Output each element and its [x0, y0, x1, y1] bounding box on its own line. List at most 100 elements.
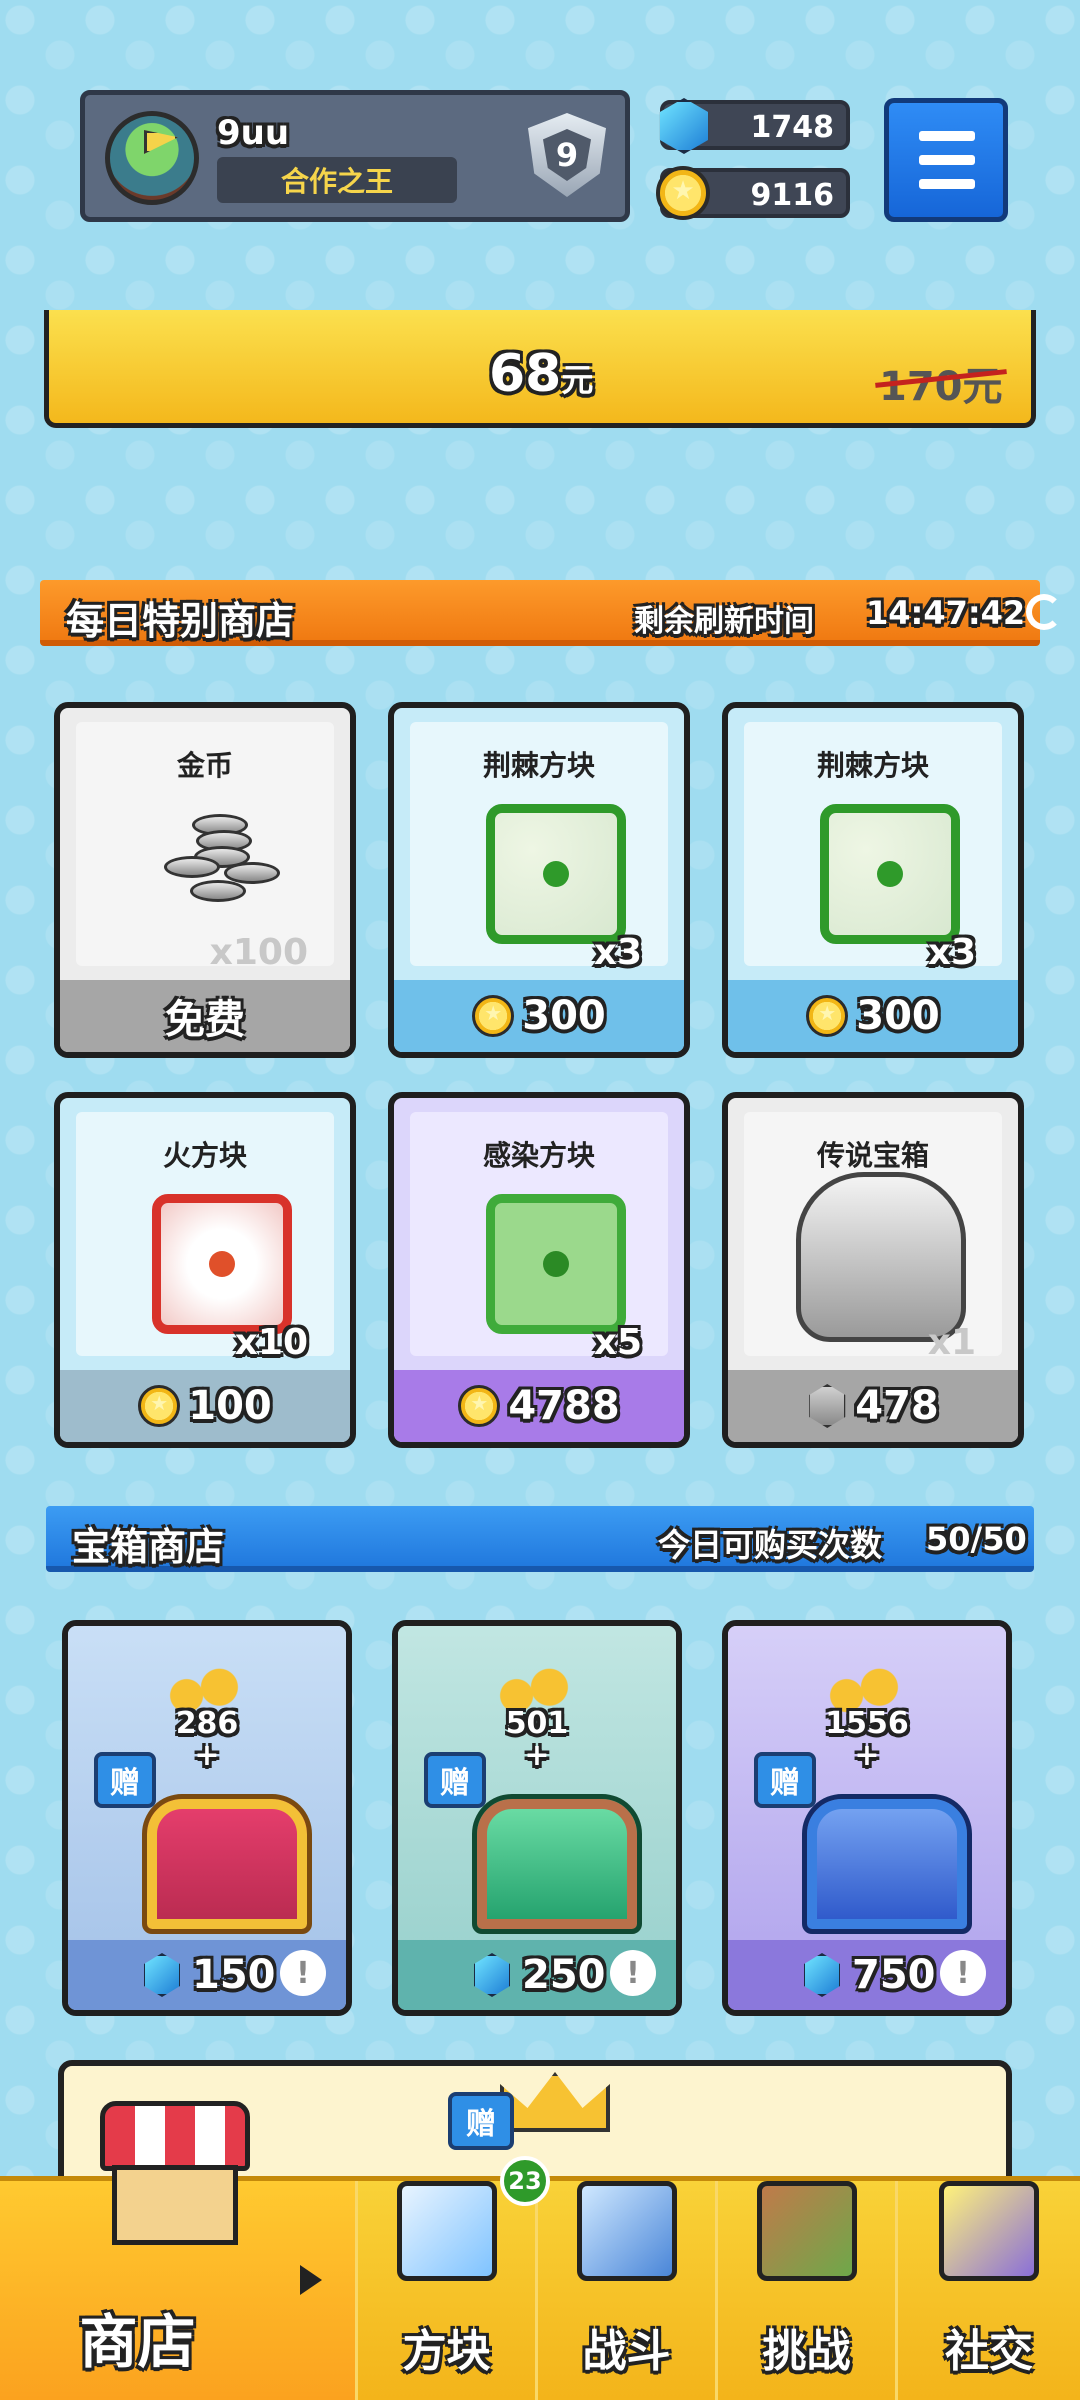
coin-icon — [472, 995, 515, 1037]
chest-shop-title: 宝箱商店 — [72, 1525, 225, 1569]
item-qty: x1 — [927, 1322, 976, 1363]
chest-offer-1[interactable]: 286 + 赠 150 ! — [62, 1620, 352, 2016]
item-qty: x3 — [593, 932, 642, 973]
item-name: 荆棘方块 — [816, 749, 929, 782]
item-name: 金币 — [176, 749, 233, 782]
notification-badge: 23 — [500, 2156, 550, 2206]
chest-icon — [142, 1794, 312, 1934]
player-panel[interactable]: 9uu 合作之王 9 — [80, 90, 630, 222]
item-price: 4788 — [508, 1383, 620, 1429]
signpost-icon — [747, 2171, 867, 2291]
sword-shield-icon — [567, 2171, 687, 2291]
coin-value: 9116 — [750, 178, 835, 213]
gift-badge: 赠 — [94, 1752, 156, 1808]
gift-badge: 赠 — [754, 1752, 816, 1808]
item-qty: x3 — [927, 932, 976, 973]
coin-icon — [138, 1385, 181, 1427]
info-button[interactable]: ! — [610, 1950, 656, 1996]
daily-item-thorn-1[interactable]: 荆棘方块 x3 300 — [388, 702, 690, 1058]
menu-icon — [919, 131, 975, 141]
avatar[interactable] — [105, 111, 199, 205]
refresh-icon[interactable] — [1026, 594, 1062, 630]
silver-coins-icon — [162, 804, 282, 924]
hexagon-icon — [809, 1384, 846, 1428]
promo-price: 68元 — [489, 344, 594, 404]
item-name: 火方块 — [162, 1139, 247, 1172]
nav-battle-label: 战斗 — [582, 2326, 671, 2377]
daily-item-thorn-2[interactable]: 荆棘方块 x3 300 — [722, 702, 1024, 1058]
rank-badge: 9 — [521, 113, 613, 205]
coin-icon — [458, 1385, 501, 1427]
chest-icon — [802, 1794, 972, 1934]
nav-dice[interactable]: 方块 — [358, 2181, 538, 2400]
item-price: 300 — [856, 993, 940, 1039]
daily-item-fire[interactable]: 火方块 x10 100 — [54, 1092, 356, 1448]
daily-shop-title: 每日特别商店 — [66, 599, 295, 643]
chest-coin-amount: 501 — [505, 1706, 569, 1741]
gift-badge: 赠 — [424, 1752, 486, 1808]
item-name: 感染方块 — [482, 1139, 595, 1172]
flag-icon — [144, 130, 178, 154]
chest-offer-2[interactable]: 501 + 赠 250 ! — [392, 1620, 682, 2016]
coin-counter[interactable]: 9116 — [656, 166, 850, 220]
item-name: 荆棘方块 — [482, 749, 595, 782]
player-title: 合作之王 — [217, 157, 457, 203]
daily-item-legendary-chest[interactable]: 传说宝箱 x1 478 — [722, 1092, 1024, 1448]
gem-icon — [804, 1953, 840, 1997]
chest-price: 250 — [522, 1952, 606, 1998]
chest-coin-amount: 1556 — [825, 1706, 909, 1741]
nav-dice-label: 方块 — [402, 2326, 491, 2377]
coin-icon — [806, 995, 849, 1037]
bottom-nav: 商店 方块 战斗 挑战 社交 — [0, 2101, 1080, 2400]
refresh-time: 14:47:42 — [866, 594, 1026, 632]
legendary-chest-icon — [796, 1172, 966, 1342]
gem-counter[interactable]: 1748 — [659, 98, 850, 154]
gem-value: 1748 — [750, 110, 835, 145]
menu-button[interactable] — [884, 98, 1008, 222]
buy-limit-count: 50/50 — [926, 1520, 1027, 1558]
nav-battle[interactable]: 战斗 — [538, 2181, 718, 2400]
item-qty: x100 — [209, 932, 308, 973]
thorn-dice-icon — [486, 804, 626, 944]
dice-icon — [387, 2171, 507, 2291]
thorn-dice-icon — [820, 804, 960, 944]
gift-badge: 赠 — [448, 2092, 514, 2150]
nav-shop-label: 商店 — [79, 2308, 196, 2376]
daily-item-coins[interactable]: 金币 x100 免费 — [54, 702, 356, 1058]
shield-icon: 9 — [528, 113, 606, 197]
gem-icon — [474, 1953, 510, 1997]
item-price: 免费 — [165, 997, 245, 1043]
promo-old-price: 170元 — [879, 354, 1003, 412]
chest-icon — [472, 1794, 642, 1934]
play-arrow-icon — [300, 2265, 322, 2295]
item-qty: x10 — [234, 1322, 308, 1363]
nav-social-label: 社交 — [945, 2326, 1033, 2377]
daily-shop-banner: 每日特别商店 剩余刷新时间 14:47:42 — [40, 580, 1062, 646]
info-button[interactable]: ! — [280, 1950, 326, 1996]
info-button[interactable]: ! — [940, 1950, 986, 1996]
nav-challenge[interactable]: 挑战 — [718, 2181, 898, 2400]
nav-challenge-label: 挑战 — [762, 2326, 851, 2377]
daily-item-infect[interactable]: 感染方块 x5 4788 — [388, 1092, 690, 1448]
chest-price: 150 — [192, 1952, 276, 1998]
gem-icon — [659, 98, 709, 154]
chest-offer-3[interactable]: 1556 + 赠 750 ! — [722, 1620, 1012, 2016]
character-icon — [929, 2171, 1049, 2291]
rank-level: 9 — [543, 129, 591, 181]
chest-shop-banner: 宝箱商店 今日可购买次数 50/50 — [46, 1506, 1034, 1572]
buy-limit-label: 今日可购买次数 — [658, 1526, 883, 1564]
item-qty: x5 — [593, 1322, 642, 1363]
item-price: 100 — [188, 1383, 272, 1429]
nav-social[interactable]: 社交 — [898, 2181, 1080, 2400]
shop-icon — [100, 2101, 250, 2251]
item-price: 478 — [855, 1383, 939, 1429]
chest-coin-amount: 286 — [175, 1706, 239, 1741]
refresh-label: 剩余刷新时间 — [634, 604, 814, 639]
promo-offer[interactable]: 68元 170元 — [44, 310, 1036, 428]
coin-icon — [656, 166, 710, 220]
fire-dice-icon — [152, 1194, 292, 1334]
nav-shop[interactable]: 商店 — [0, 2101, 358, 2400]
item-name: 传说宝箱 — [816, 1139, 929, 1172]
gem-icon — [144, 1953, 180, 1997]
chest-price: 750 — [852, 1952, 936, 1998]
